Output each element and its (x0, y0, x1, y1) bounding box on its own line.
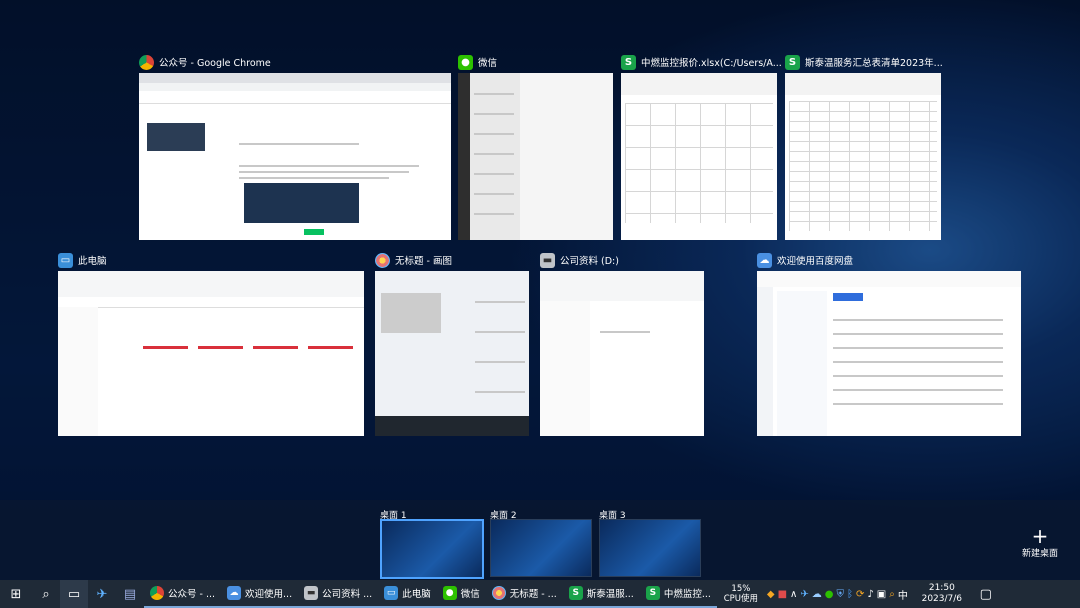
drive-icon: ▬ (540, 252, 555, 268)
window-title: 欢迎使用百度网盘 (777, 256, 854, 267)
clock[interactable]: 21:50 2023/7/6 (914, 583, 970, 605)
window-preview (621, 73, 777, 240)
taskbar-app-paint[interactable]: 无标题 - ... (485, 580, 563, 608)
feishu-tray-icon[interactable]: ✈ (800, 589, 808, 600)
window-title: 公众号 - Google Chrome (159, 58, 271, 69)
window-excel-zhongran[interactable]: S 中燃监控报价.xlsx(C:/Users/A... (621, 53, 782, 241)
chevron-up-icon[interactable]: ∧ (790, 589, 797, 600)
wps-sheet-icon: S (785, 54, 800, 70)
baidu-netdisk-icon: ☁ (227, 586, 242, 600)
paint-icon (491, 586, 506, 600)
computer-icon: ▭ (384, 586, 399, 600)
taskbar: ⊞ ⌕ ▭ ✈ ▤ 公众号 - ... ☁ 欢迎使用... ▬ 公司资料 ... ▭… (0, 580, 1080, 608)
plus-icon: + (1031, 524, 1049, 548)
shield-icon[interactable]: ◆ (767, 589, 775, 600)
window-paint[interactable]: 无标题 - 画图 (375, 251, 529, 436)
volume-icon[interactable]: ♪ (867, 589, 873, 600)
drive-icon: ▬ (304, 586, 319, 600)
wechat-icon: ● (458, 54, 473, 70)
notification-icon[interactable]: ▢ (972, 580, 1000, 608)
wechat-icon: ● (442, 586, 457, 600)
system-tray: ◆ ■ ∧ ✈ ☁ ● ⛨ ᛒ ⟳ ♪ ▣ ⌕ 中 (767, 587, 908, 602)
window-preview (139, 73, 451, 240)
sync-icon[interactable]: ⟳ (856, 589, 864, 600)
window-chrome[interactable]: 公众号 - Google Chrome (139, 53, 451, 241)
search-tray-icon[interactable]: ⌕ (889, 589, 895, 600)
taskbar-app-this-pc[interactable]: ▭ 此电脑 (378, 580, 437, 608)
taskbar-app-baidu[interactable]: ☁ 欢迎使用... (221, 580, 299, 608)
desktop-1[interactable]: 桌面 1 (380, 503, 484, 579)
window-preview (540, 271, 704, 436)
wechat-tray-icon[interactable]: ● (825, 589, 834, 600)
chrome-icon (139, 54, 154, 70)
window-title: 斯泰温服务汇总表清单2023年... (805, 58, 943, 69)
window-title: 微信 (478, 58, 498, 69)
window-title: 中燃监控报价.xlsx(C:/Users/A... (641, 58, 782, 69)
computer-icon: ▭ (58, 252, 73, 268)
new-desktop-button[interactable]: + 新建桌面 (1010, 526, 1070, 559)
cpu-usage[interactable]: 15% CPU使用 (721, 584, 761, 604)
taskbar-app-zhongran[interactable]: S 中燃监控... (639, 580, 717, 608)
window-title: 公司资料 (D:) (560, 256, 619, 267)
defender-icon[interactable]: ⛨ (836, 589, 844, 600)
taskbar-app-chrome[interactable]: 公众号 - ... (144, 580, 222, 608)
window-baidu-netdisk[interactable]: ☁ 欢迎使用百度网盘 (757, 251, 1021, 436)
notepad-icon[interactable]: ▤ (116, 580, 144, 608)
window-wechat[interactable]: ● 微信 (458, 53, 613, 241)
window-title: 此电脑 (78, 256, 107, 267)
network-icon[interactable]: ▣ (877, 589, 886, 600)
window-preview (757, 271, 1021, 436)
taskbar-app-wechat[interactable]: ● 微信 (436, 580, 486, 608)
desktop-2[interactable]: 桌面 2 (490, 503, 594, 578)
paint-icon (375, 252, 390, 268)
taskbar-app-sitaiwen[interactable]: S 斯泰温服... (562, 580, 640, 608)
wps-sheet-icon: S (621, 54, 636, 70)
baidu-netdisk-icon: ☁ (757, 252, 772, 268)
windows-start-icon[interactable]: ⊞ (0, 580, 32, 608)
search-icon[interactable]: ⌕ (32, 580, 60, 608)
wps-sheet-icon: S (568, 586, 583, 600)
security-icon[interactable]: ■ (778, 589, 787, 600)
feishu-icon[interactable]: ✈ (88, 580, 116, 608)
ime-indicator[interactable]: 中 (898, 587, 908, 602)
window-preview (458, 73, 613, 240)
wps-sheet-icon: S (645, 586, 660, 600)
window-preview (58, 271, 364, 436)
window-this-pc[interactable]: ▭ 此电脑 (58, 251, 364, 436)
task-view-icon[interactable]: ▭ (60, 580, 88, 608)
window-title: 无标题 - 画图 (395, 256, 452, 267)
bluetooth-icon[interactable]: ᛒ (847, 589, 853, 600)
window-drive-d[interactable]: ▬ 公司资料 (D:) (540, 251, 704, 436)
window-excel-sitaiwen[interactable]: S 斯泰温服务汇总表清单2023年... (785, 53, 943, 241)
window-preview (785, 73, 941, 240)
taskbar-app-drive[interactable]: ▬ 公司资料 ... (298, 580, 379, 608)
desktop-3[interactable]: 桌面 3 (599, 503, 703, 578)
baidu-tray-icon[interactable]: ☁ (812, 589, 822, 600)
window-preview (375, 271, 529, 436)
chrome-icon (150, 586, 164, 600)
